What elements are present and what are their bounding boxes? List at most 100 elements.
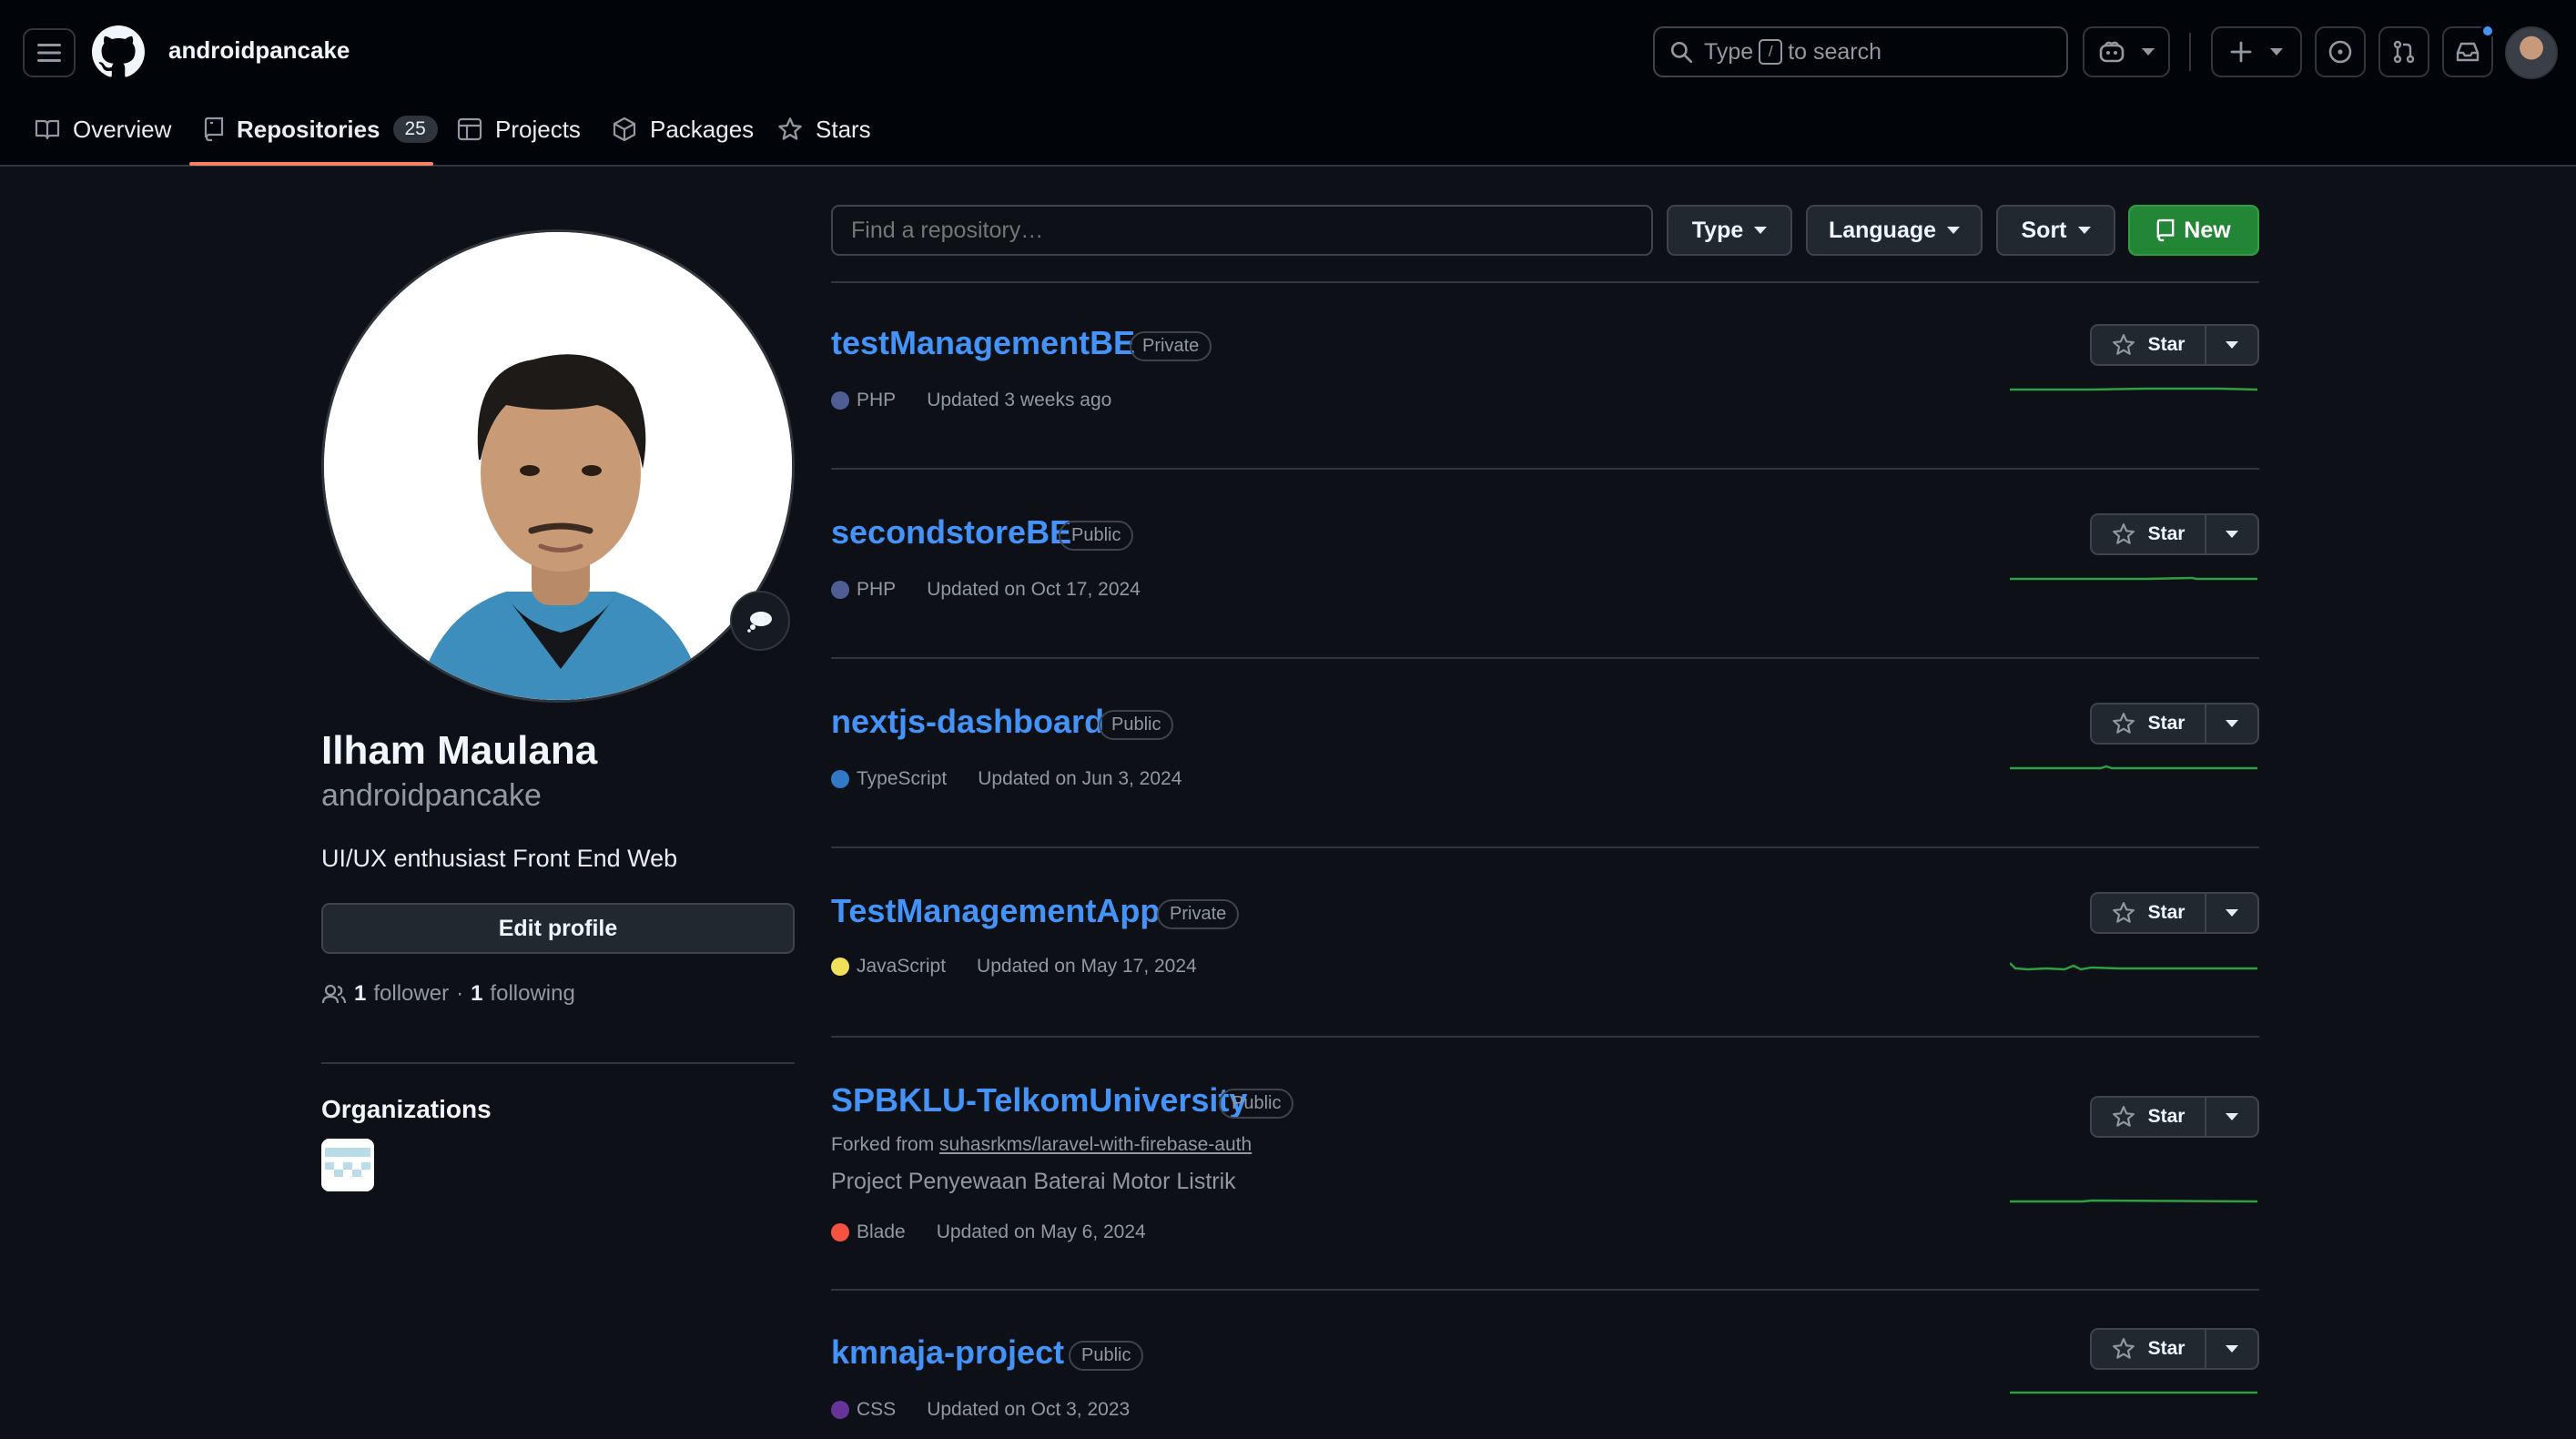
tab-repositories-label: Repositories [237,115,380,143]
repo-language: PHP [857,579,897,600]
repo-name-link[interactable]: nextjs-dashboard [831,703,1104,741]
language-color-dot [831,958,849,976]
set-status-button[interactable] [730,591,790,651]
repo-updated: Updated on May 17, 2024 [977,956,1197,977]
language-color-dot [831,770,849,788]
tab-stars-label: Stars [816,115,871,143]
global-header: androidpancake Type / to search Overview… [0,0,2576,167]
copilot-button[interactable] [2083,26,2170,77]
chevron-down-icon [2226,531,2238,538]
user-avatar-menu[interactable] [2505,26,2558,79]
issue-icon [2328,40,2352,64]
star-button[interactable]: Star [2092,1330,2206,1368]
edit-profile-button[interactable]: Edit profile [321,903,795,954]
following-link[interactable]: 1 following [471,981,575,1007]
star-icon [778,117,802,140]
repo-updated: Updated on Oct 3, 2023 [927,1399,1131,1420]
star-icon [2112,902,2135,923]
following-count: 1 [471,981,483,1006]
new-repository-button[interactable]: New [2128,205,2259,256]
activity-sparkline [2010,765,2257,770]
repo-name-link[interactable]: secondstoreBE [831,513,1071,552]
activity-sparkline [2010,1199,2257,1203]
repo-name-link[interactable]: testManagementBE [831,324,1135,362]
language-color-dot [831,391,849,410]
global-search[interactable]: Type / to search [1653,26,2068,77]
sort-filter-button[interactable]: Sort [1996,205,2115,256]
plus-icon [2230,41,2252,63]
star-button-group: Star [2090,1328,2259,1370]
star-button[interactable]: Star [2092,515,2206,553]
pull-requests-button[interactable] [2378,26,2429,77]
language-filter-button[interactable]: Language [1806,205,1983,256]
visibility-badge: Public [1219,1089,1294,1119]
chevron-down-icon [2226,341,2238,349]
profile-avatar[interactable] [321,229,795,703]
chevron-down-icon [2077,227,2091,234]
repo-updated: Updated on Jun 3, 2024 [978,768,1182,789]
find-repository-input[interactable] [831,205,1653,256]
tab-stars[interactable]: Stars [777,109,871,149]
repo-name-link[interactable]: TestManagementApp [831,892,1160,930]
copilot-dropdown-icon [2142,48,2155,56]
forked-source-link[interactable]: suhasrkms/laravel-with-firebase-auth [939,1134,1252,1155]
tab-repositories[interactable]: Repositories 25 [204,109,438,149]
tab-overview[interactable]: Overview [35,109,171,149]
following-label: following [490,981,575,1006]
repo-updated: Updated on May 6, 2024 [936,1221,1146,1242]
organization-avatar[interactable] [321,1139,374,1191]
language-color-dot [831,581,849,599]
repo-meta: PHP Updated on Oct 17, 2024 [831,579,1141,601]
star-button-group: Star [2090,1096,2259,1138]
star-list-dropdown[interactable] [2206,515,2257,553]
star-list-dropdown[interactable] [2206,894,2257,932]
followers-link[interactable]: 1 follower [354,981,449,1007]
pull-request-icon [2393,40,2415,64]
star-list-dropdown[interactable] [2206,1098,2257,1136]
star-icon [2112,713,2135,734]
tab-overview-label: Overview [73,115,172,143]
chevron-down-icon [2226,909,2238,917]
github-logo-icon[interactable] [92,25,145,78]
activity-sparkline [2010,387,2257,391]
visibility-badge: Public [1069,1341,1144,1371]
repositories-count: 25 [392,116,438,143]
thought-bubble-icon [747,612,772,633]
repo-divider [831,846,2259,848]
create-new-button[interactable] [2211,26,2302,77]
repo-updated: Updated 3 weeks ago [927,390,1112,410]
star-label: Star [2147,1338,2186,1359]
tab-projects-label: Projects [495,115,581,143]
chevron-down-icon [2226,720,2238,727]
repo-icon [2156,218,2175,242]
chevron-down-icon [2226,1113,2238,1120]
header-username[interactable]: androidpancake [168,36,350,65]
star-button[interactable]: Star [2092,1098,2206,1136]
repo-meta: Blade Updated on May 6, 2024 [831,1221,1146,1243]
star-button[interactable]: Star [2092,894,2206,932]
repo-meta: JavaScript Updated on May 17, 2024 [831,956,1197,978]
star-label: Star [2147,1106,2186,1127]
repo-name-link[interactable]: SPBKLU-TelkomUniversity [831,1081,1247,1120]
menu-button[interactable] [23,28,76,77]
repo-language: TypeScript [857,768,948,789]
star-button[interactable]: Star [2092,326,2206,364]
star-icon [2112,334,2135,355]
tab-packages[interactable]: Packages [612,109,754,149]
tab-projects[interactable]: Projects [457,109,581,149]
copilot-icon [2099,41,2125,63]
forked-prefix: Forked from [831,1134,935,1155]
package-icon [613,117,636,142]
repo-name-link[interactable]: kmnaja-project [831,1333,1064,1372]
star-list-dropdown[interactable] [2206,326,2257,364]
follow-stats: 1 follower · 1 following [321,981,575,1007]
type-filter-button[interactable]: Type [1667,205,1792,256]
star-button[interactable]: Star [2092,704,2206,743]
star-list-dropdown[interactable] [2206,1330,2257,1368]
search-suffix: to search [1788,38,1882,65]
issues-button[interactable] [2315,26,2366,77]
chevron-down-icon [1754,227,1768,234]
people-icon [321,984,347,1004]
profile-login: androidpancake [321,778,542,813]
star-list-dropdown[interactable] [2206,704,2257,743]
